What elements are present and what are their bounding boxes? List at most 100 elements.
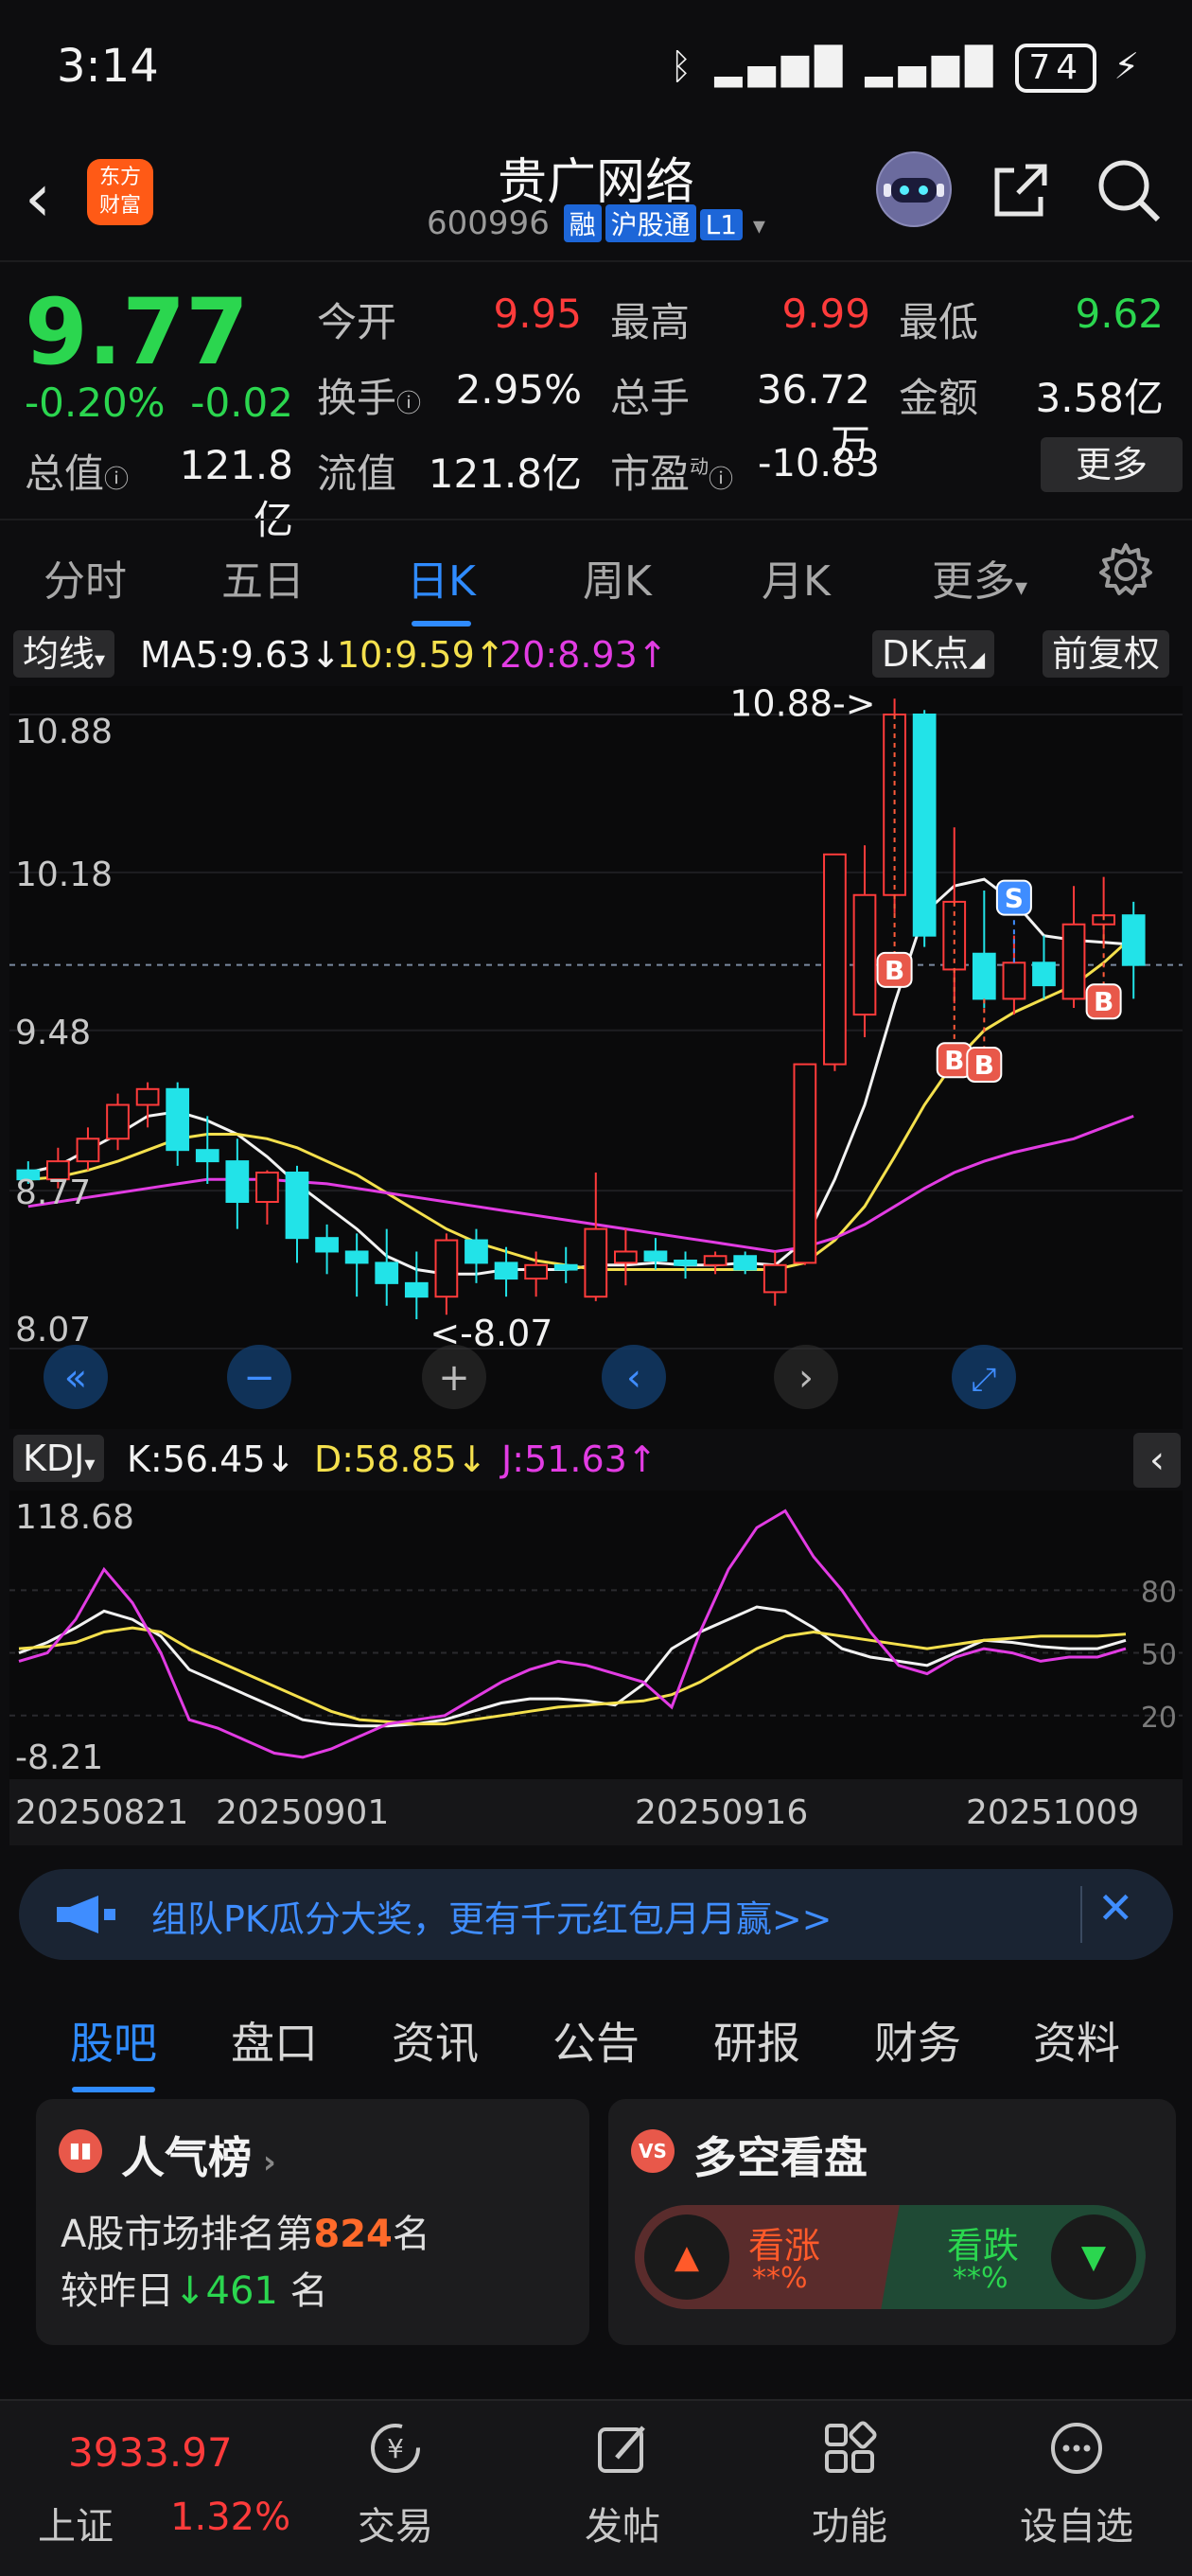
high-value: 9.99	[781, 291, 870, 337]
tab-news[interactable]: 资讯	[392, 2009, 479, 2072]
nav-functions-label: 功能	[812, 2505, 887, 2549]
tab-profile[interactable]: 资料	[1033, 2009, 1120, 2072]
close-icon[interactable]: ✕	[1097, 1882, 1134, 1933]
nav-trade[interactable]: ¥ 交易	[301, 2401, 490, 2576]
info-icon[interactable]: ⓘ	[709, 466, 733, 494]
tab-financials[interactable]: 财务	[874, 2009, 961, 2072]
marker-label: B	[1094, 986, 1113, 1017]
kdj-right-tick: 50	[1141, 1639, 1177, 1672]
bull-arrow-icon[interactable]: ▲	[644, 2214, 729, 2300]
vs-icon: VS	[631, 2129, 675, 2173]
bull-value: **%	[752, 2262, 808, 2295]
popularity-card[interactable]: ▮▮ 人气榜 › A股市场排名第824名 较昨日↓461 名	[36, 2099, 589, 2345]
kdj-chart[interactable]: 80 50 20 118.68 -8.21 20250821 20250901 2025091…	[9, 1491, 1183, 1845]
tab-five-day[interactable]: 五日	[221, 547, 305, 608]
candle-body	[76, 1138, 100, 1163]
date-label: 20251009	[966, 1793, 1139, 1832]
tag-level: L1	[699, 209, 744, 240]
tab-monthly-k[interactable]: 月K	[762, 547, 831, 608]
max-price-marker: 10.88->	[729, 686, 875, 724]
grid-icon	[825, 2421, 877, 2473]
popularity-delta-line: 较昨日↓461 名	[61, 2269, 328, 2313]
dk-point-button[interactable]: DK点◢	[872, 630, 995, 678]
info-icon[interactable]: ⓘ	[396, 390, 421, 418]
tab-forum[interactable]: 股吧	[70, 2009, 157, 2092]
edit-icon	[598, 2426, 645, 2473]
bar-chart-icon: ▮▮	[59, 2129, 102, 2173]
dropdown-icon: ▾	[752, 212, 765, 240]
nav-functions[interactable]: 功能	[755, 2401, 944, 2576]
candlestick-chart[interactable]: BB BSB 10.8810.189.488.778.0710.88-><-8.0…	[9, 686, 1183, 1429]
index-ticker[interactable]: 3933.97 上证 1.32%	[0, 2401, 312, 2576]
index-change: 1.32%	[170, 2496, 291, 2539]
adjust-button[interactable]: 前复权	[1043, 630, 1170, 678]
tab-intraday[interactable]: 分时	[44, 547, 127, 608]
marker-label: B	[885, 955, 904, 986]
popularity-rank-line: A股市场排名第824名	[61, 2213, 430, 2256]
dropdown-icon: ▾	[84, 1453, 96, 1476]
popularity-rank: 824	[313, 2213, 393, 2256]
candle-body	[524, 1263, 549, 1280]
nav-post[interactable]: 发帖	[528, 2401, 717, 2576]
search-icon[interactable]	[1094, 155, 1164, 225]
indicator-selector[interactable]: KDJ▾	[13, 1435, 105, 1482]
open-label: 今开	[317, 299, 397, 345]
turnover-label: 换手ⓘ	[317, 375, 422, 421]
ma-selector[interactable]: 均线▾	[13, 630, 115, 678]
candle-body	[315, 1237, 339, 1253]
pe-value: -10.83	[758, 442, 880, 485]
candle-body	[674, 1260, 697, 1266]
bull-label: 看涨	[748, 2225, 821, 2267]
info-icon[interactable]: ⓘ	[104, 466, 129, 494]
volume-label: 总手	[610, 375, 691, 421]
change-abs: -0.02	[190, 379, 293, 426]
candle-body	[225, 1160, 250, 1204]
gear-icon[interactable]	[1097, 541, 1154, 598]
signal-icon: ▂▄▆█	[714, 45, 849, 87]
tab-orderbook[interactable]: 盘口	[231, 2009, 318, 2072]
corner-icon: ◢	[969, 648, 986, 672]
tab-more[interactable]: 更多▾	[932, 547, 1027, 608]
down-arrow-icon: ↓	[174, 2269, 206, 2313]
more-button[interactable]: 更多	[1041, 437, 1183, 492]
candle-body	[852, 893, 877, 1016]
content-tabs: 股吧 盘口 资讯 公告 研报 财务 资料	[0, 1983, 1192, 2092]
candle-body	[584, 1227, 608, 1298]
popularity-delta: 461	[205, 2269, 278, 2313]
tab-announcements[interactable]: 公告	[552, 2009, 640, 2072]
sentiment-card[interactable]: VS 多空看盘 ▲ 看涨 **% 看跌 **% ▼	[608, 2099, 1176, 2345]
bear-arrow-icon[interactable]: ▼	[1051, 2214, 1136, 2300]
stock-header: ‹ 东方 财富 贵广网络 600996 融沪股通 L1 ▾	[0, 142, 1192, 256]
kdj-legend: KDJ▾ K:56.45↓ D:58.85↓ J:51.63↑ ‹	[0, 1431, 1192, 1488]
tab-daily-k[interactable]: 日K	[407, 547, 476, 626]
tab-weekly-k[interactable]: 周K	[583, 547, 652, 608]
promo-banner[interactable]: 组队PK瓜分大奖，更有千元红包月月赢>> ✕	[19, 1869, 1173, 1960]
plus-icon: +	[438, 1356, 470, 1400]
collapse-panel-icon[interactable]: ‹	[1133, 1433, 1181, 1488]
tag-connect: 沪股通	[605, 204, 696, 242]
float-value-label: 流值	[317, 450, 397, 497]
nav-watchlist-label: 设自选	[1020, 2505, 1133, 2549]
chevron-right-icon: ›	[252, 2144, 276, 2181]
float-value: 121.8亿	[428, 450, 582, 497]
nav-watchlist[interactable]: 设自选	[982, 2401, 1171, 2576]
amount-value: 3.58亿	[1035, 375, 1164, 421]
signal-icon-2: ▂▄▆█	[865, 45, 999, 87]
robot-assistant-icon[interactable]	[876, 151, 952, 227]
low-label: 最低	[899, 299, 979, 345]
price-change: -0.20% -0.02	[25, 379, 293, 426]
period-tabs: 分时 五日 日K 周K 月K 更多▾	[0, 519, 1192, 626]
svg-text:¥: ¥	[387, 2433, 404, 2464]
candle-body	[404, 1281, 429, 1298]
candle-body	[1032, 962, 1056, 987]
marker-label: B	[974, 1050, 994, 1081]
tab-research[interactable]: 研报	[713, 2009, 800, 2072]
candle-body	[1061, 923, 1086, 1000]
pe-label: 市盈动ⓘ	[610, 450, 734, 497]
candle-body	[643, 1250, 668, 1262]
candle-body	[135, 1087, 160, 1106]
share-icon[interactable]	[988, 157, 1054, 223]
kdj-k-value: K:56.45↓	[127, 1438, 296, 1480]
more-dots-icon	[1051, 2423, 1102, 2474]
candle-body	[166, 1087, 190, 1152]
